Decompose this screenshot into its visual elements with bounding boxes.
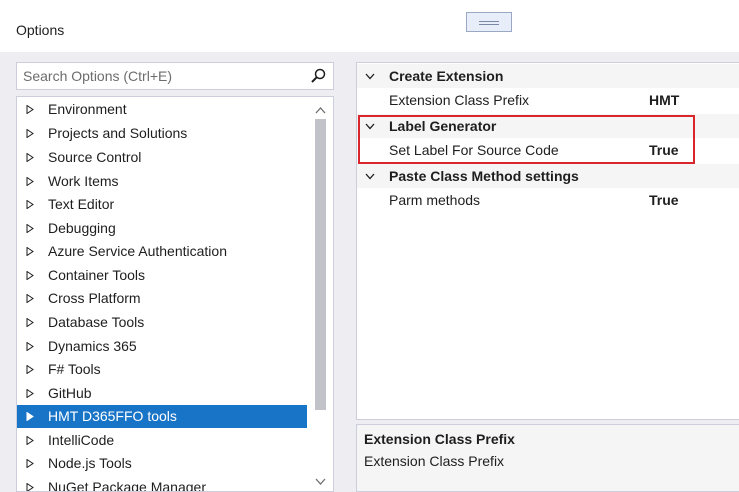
tree-item-cross-platform[interactable]: Cross Platform: [17, 287, 308, 310]
tree-item-fsharp-tools[interactable]: F# Tools: [17, 358, 308, 381]
expand-arrow-icon[interactable]: [26, 483, 34, 492]
chevron-down-icon[interactable]: [365, 73, 375, 80]
description-text: Extension Class Prefix: [364, 453, 505, 469]
expand-arrow-icon[interactable]: [26, 271, 34, 280]
tree-item-azure-service-authentication[interactable]: Azure Service Authentication: [17, 240, 308, 263]
resize-grip-icon[interactable]: [466, 12, 512, 32]
property-row-set-label-for-source-code[interactable]: Set Label For Source Code True: [357, 138, 739, 162]
tree-item-nuget-package-manager[interactable]: NuGet Package Manager: [17, 476, 308, 492]
tree-item-debugging[interactable]: Debugging: [17, 217, 308, 240]
category-label-generator[interactable]: Label Generator: [357, 114, 739, 138]
tree-item-nodejs-tools[interactable]: Node.js Tools: [17, 452, 308, 475]
tree-item-database-tools[interactable]: Database Tools: [17, 311, 308, 334]
search-input[interactable]: [17, 63, 297, 89]
expand-arrow-icon[interactable]: [26, 247, 34, 256]
tree-item-label: Database Tools: [48, 314, 145, 330]
tree-item-label: Environment: [48, 101, 127, 117]
property-value[interactable]: True: [649, 138, 679, 162]
expand-arrow-icon[interactable]: [26, 412, 34, 421]
scroll-down-icon[interactable]: [315, 478, 326, 486]
chevron-down-icon[interactable]: [365, 123, 375, 130]
tree-item-work-items[interactable]: Work Items: [17, 170, 308, 193]
expand-arrow-icon[interactable]: [26, 177, 34, 186]
expand-arrow-icon[interactable]: [26, 129, 34, 138]
tree-item-label: NuGet Package Manager: [48, 479, 206, 492]
tree-item-label: Node.js Tools: [48, 455, 132, 471]
property-grid: Create Extension Extension Class Prefix …: [356, 62, 739, 420]
category-label: Paste Class Method settings: [389, 168, 579, 184]
tree-item-label: Work Items: [48, 173, 119, 189]
window-title: Options: [16, 22, 65, 38]
expand-arrow-icon[interactable]: [26, 436, 34, 445]
tree-item-label: F# Tools: [48, 361, 101, 377]
property-row-parm-methods[interactable]: Parm methods True: [357, 188, 739, 212]
property-name: Extension Class Prefix: [389, 92, 530, 108]
expand-arrow-icon[interactable]: [26, 224, 34, 233]
tree-item-label: Cross Platform: [48, 290, 141, 306]
tree-item-label: Azure Service Authentication: [48, 243, 227, 259]
property-name: Set Label For Source Code: [389, 142, 559, 158]
expand-arrow-icon[interactable]: [26, 318, 34, 327]
tree-item-source-control[interactable]: Source Control: [17, 146, 308, 169]
category-paste-class-method-settings[interactable]: Paste Class Method settings: [357, 164, 739, 188]
category-label: Create Extension: [389, 68, 504, 84]
category-create-extension[interactable]: Create Extension: [357, 64, 739, 88]
property-row-extension-class-prefix[interactable]: Extension Class Prefix HMT: [357, 88, 739, 112]
tree-item-label: Dynamics 365: [48, 338, 137, 354]
search-box[interactable]: [16, 62, 334, 90]
tree-item-environment[interactable]: Environment: [17, 98, 308, 121]
expand-arrow-icon[interactable]: [26, 153, 34, 162]
tree-item-projects-and-solutions[interactable]: Projects and Solutions: [17, 122, 308, 145]
tree-item-text-editor[interactable]: Text Editor: [17, 193, 308, 216]
tree-item-intellicode[interactable]: IntelliCode: [17, 429, 308, 452]
options-tree: Environment Projects and Solutions Sourc…: [16, 96, 334, 492]
property-name: Parm methods: [389, 192, 481, 208]
tree-item-dynamics-365[interactable]: Dynamics 365: [17, 335, 308, 358]
expand-arrow-icon[interactable]: [26, 105, 34, 114]
expand-arrow-icon[interactable]: [26, 294, 34, 303]
property-value[interactable]: HMT: [649, 88, 679, 112]
property-value[interactable]: True: [649, 188, 679, 212]
description-panel: Extension Class Prefix Extension Class P…: [356, 424, 739, 492]
tree-item-label: Debugging: [48, 220, 116, 236]
tree-item-label: GitHub: [48, 385, 92, 401]
tree-item-container-tools[interactable]: Container Tools: [17, 264, 308, 287]
scroll-up-icon[interactable]: [315, 106, 326, 114]
expand-arrow-icon[interactable]: [26, 389, 34, 398]
tree-item-hmt-d365ffo-tools[interactable]: HMT D365FFO tools: [17, 405, 308, 428]
tree-item-label: IntelliCode: [48, 432, 115, 448]
chevron-down-icon[interactable]: [365, 173, 375, 180]
tree-item-label: Projects and Solutions: [48, 125, 188, 141]
expand-arrow-icon[interactable]: [26, 200, 34, 209]
scrollbar-thumb[interactable]: [315, 119, 326, 410]
tree-item-github[interactable]: GitHub: [17, 382, 308, 405]
tree-item-label: Container Tools: [48, 267, 146, 283]
search-icon[interactable]: [309, 67, 327, 85]
expand-arrow-icon[interactable]: [26, 342, 34, 351]
tree-item-label: Text Editor: [48, 196, 115, 212]
category-label: Label Generator: [389, 118, 497, 134]
tree-item-label: Source Control: [48, 149, 142, 165]
description-title: Extension Class Prefix: [364, 431, 515, 447]
expand-arrow-icon[interactable]: [26, 459, 34, 468]
tree-scrollbar[interactable]: [307, 97, 333, 491]
expand-arrow-icon[interactable]: [26, 365, 34, 374]
tree-item-label: HMT D365FFO tools: [48, 408, 177, 424]
